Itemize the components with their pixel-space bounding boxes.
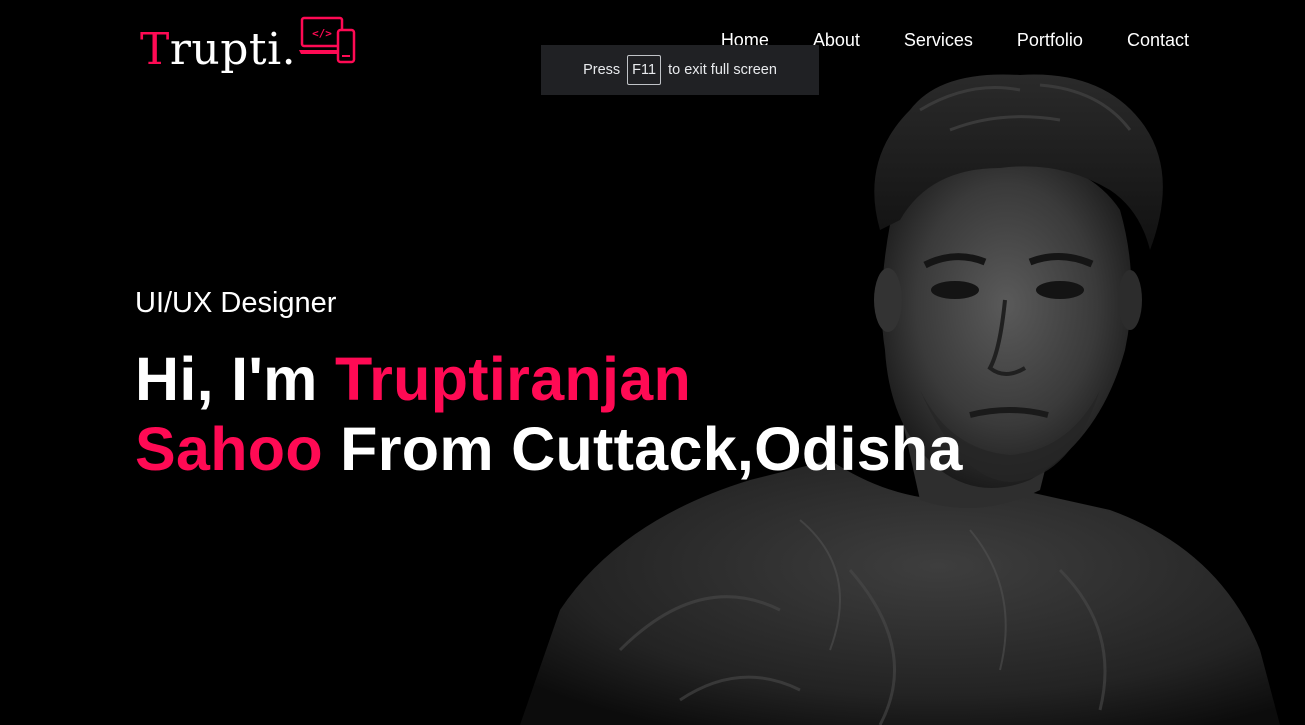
- nav-item-portfolio[interactable]: Portfolio: [1017, 30, 1083, 51]
- nav-item-services[interactable]: Services: [904, 30, 973, 51]
- hero-section: UI/UX Designer Hi, I'm Truptiranjan Saho…: [135, 287, 963, 484]
- hero-role: UI/UX Designer: [135, 287, 337, 319]
- fullscreen-exit-toast: Press F11 to exit full screen: [541, 45, 819, 95]
- svg-text:</>: </>: [312, 27, 332, 40]
- logo-rest: rupti.: [169, 24, 297, 75]
- hero-name-last: Sahoo: [135, 414, 323, 483]
- nav-item-contact[interactable]: Contact: [1127, 30, 1189, 51]
- hero-greeting: Hi, I'm: [135, 344, 318, 413]
- page: Trupti. </> Home About Services Portfoli…: [0, 0, 1305, 725]
- logo-text: Trupti.: [140, 28, 296, 72]
- logo-first-letter: T: [140, 24, 170, 75]
- toast-suffix: to exit full screen: [668, 62, 777, 78]
- laptop-phone-code-icon: </>: [299, 16, 356, 64]
- nav-item-about[interactable]: About: [813, 30, 860, 51]
- hero-name-first: Truptiranjan: [334, 344, 692, 413]
- hero-location: From Cuttack,Odisha: [340, 414, 963, 483]
- site-logo[interactable]: Trupti. </>: [140, 12, 358, 72]
- hero-title: Hi, I'm Truptiranjan Sahoo From Cuttack,…: [135, 344, 963, 484]
- toast-key-f11: F11: [627, 54, 662, 86]
- toast-prefix: Press: [583, 62, 621, 78]
